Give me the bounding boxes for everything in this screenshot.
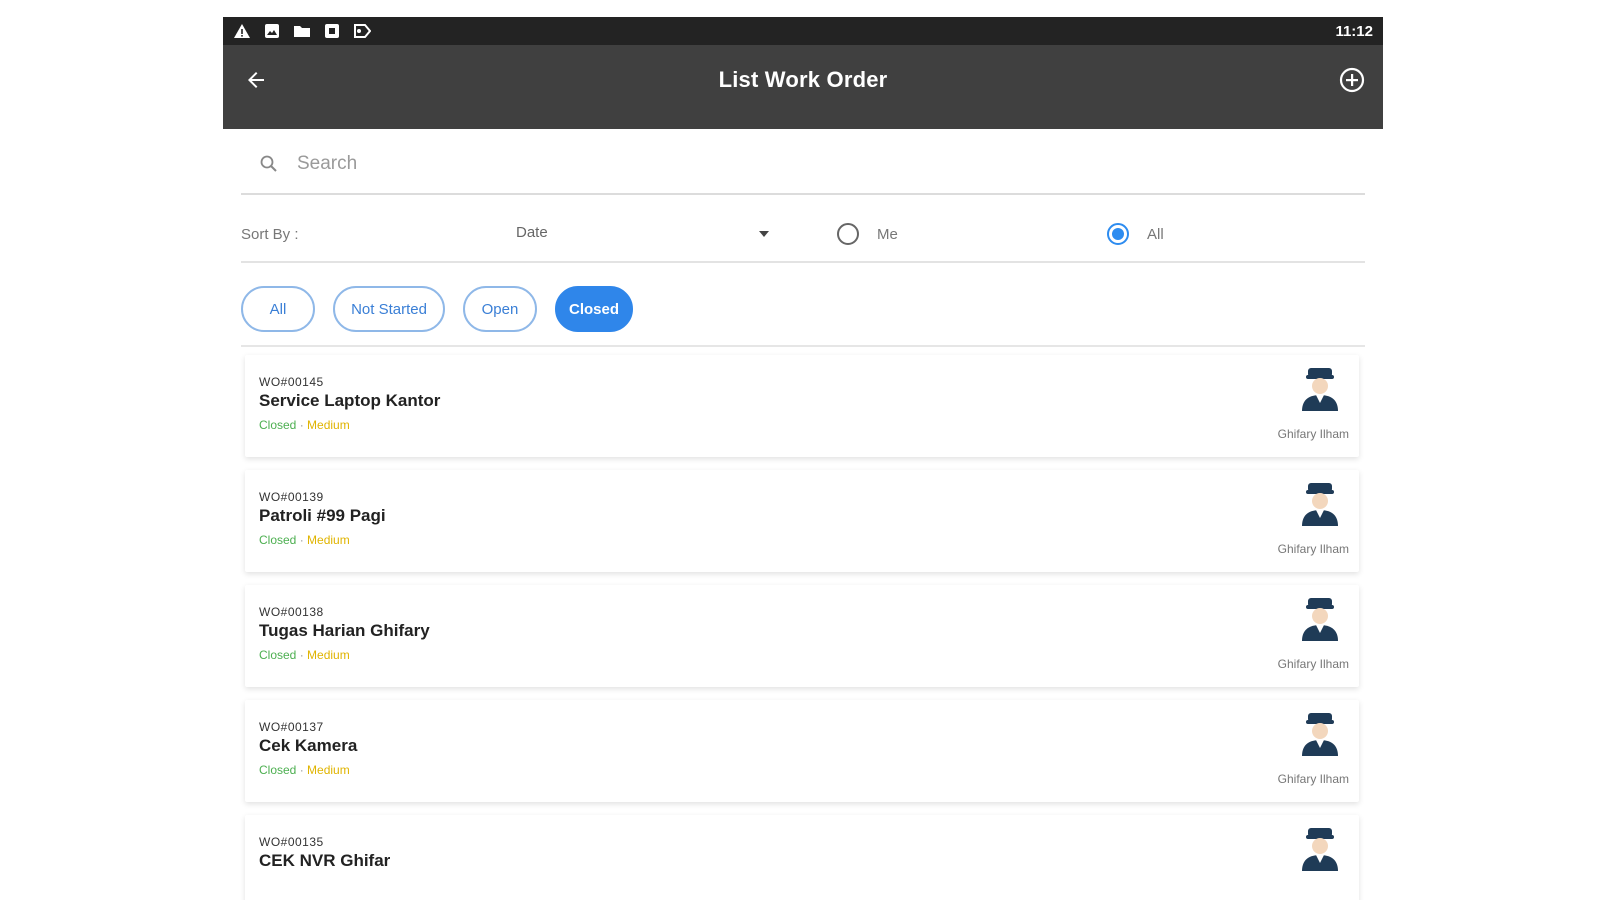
search-bar (241, 135, 1365, 195)
filter-chip-closed[interactable]: Closed (555, 286, 633, 332)
work-order-card[interactable]: WO#00138 Tugas Harian Ghifary Closed · M… (245, 585, 1359, 687)
plus-circle-icon (1339, 67, 1365, 93)
meta-separator: · (296, 533, 308, 547)
radio-me-circle[interactable] (837, 223, 859, 245)
status-filter-chips: All Not Started Open Closed (241, 273, 1365, 347)
work-order-meta: Closed · Medium (259, 418, 350, 432)
work-order-assignee: Ghifary Ilham (1277, 772, 1349, 786)
work-order-priority: Medium (307, 763, 350, 777)
work-order-status: Closed (259, 648, 297, 662)
meta-separator: · (296, 418, 308, 432)
technician-avatar-icon (1302, 368, 1338, 411)
work-order-title: Tugas Harian Ghifary (259, 621, 430, 640)
work-order-meta: Closed · Medium (259, 763, 350, 777)
search-input[interactable] (297, 153, 1197, 175)
add-work-order-button[interactable] (1337, 65, 1367, 95)
meta-separator: · (296, 648, 308, 662)
work-order-assignee: Ghifary Ilham (1277, 657, 1349, 671)
work-order-id: WO#00135 (259, 835, 324, 849)
status-clock: 11:12 (1335, 22, 1373, 40)
app-bar: List Work Order (223, 45, 1383, 129)
work-order-title: Service Laptop Kantor (259, 391, 441, 410)
work-order-card[interactable]: WO#00139 Patroli #99 Pagi Closed · Mediu… (245, 470, 1359, 572)
filter-chip-open[interactable]: Open (463, 286, 537, 332)
device-screen: 11:12 List Work Order Sort By : Date Me … (223, 17, 1383, 900)
meta-separator: · (296, 763, 308, 777)
search-icon (259, 153, 281, 175)
radio-all[interactable]: All (1107, 223, 1164, 245)
work-order-assignee: Ghifary Ilham (1277, 427, 1349, 441)
work-order-priority: Medium (307, 533, 350, 547)
work-order-list: WO#00145 Service Laptop Kantor Closed · … (245, 355, 1359, 900)
sort-by-label: Sort By : (241, 225, 299, 243)
work-order-card[interactable]: WO#00137 Cek Kamera Closed · Medium Ghif… (245, 700, 1359, 802)
work-order-meta: Closed · Medium (259, 648, 350, 662)
work-order-assignee: Ghifary Ilham (1277, 542, 1349, 556)
app-icon (323, 23, 341, 39)
arrow-left-icon (248, 72, 264, 88)
work-order-title: CEK NVR Ghifar (259, 851, 391, 870)
technician-avatar-icon (1302, 483, 1338, 526)
work-order-status: Closed (259, 418, 297, 432)
sort-selected-value: Date (516, 223, 548, 241)
image-icon (263, 23, 281, 39)
status-bar: 11:12 (223, 17, 1383, 45)
filter-chip-not-started[interactable]: Not Started (333, 286, 445, 332)
work-order-meta: Closed · Medium (259, 533, 350, 547)
back-button[interactable] (241, 65, 271, 95)
work-order-card[interactable]: WO#00135 CEK NVR Ghifar (245, 815, 1359, 900)
work-order-title: Patroli #99 Pagi (259, 506, 386, 525)
technician-avatar-icon (1302, 598, 1338, 641)
work-order-priority: Medium (307, 418, 350, 432)
cast-icon (353, 23, 371, 39)
chevron-down-icon (759, 231, 769, 237)
warning-icon (233, 23, 251, 39)
work-order-title: Cek Kamera (259, 736, 358, 755)
technician-avatar-icon (1302, 713, 1338, 756)
sort-row: Sort By : Date Me All (241, 207, 1365, 263)
work-order-id: WO#00138 (259, 605, 324, 619)
work-order-id: WO#00139 (259, 490, 324, 504)
status-icons (233, 23, 371, 39)
filter-chip-all[interactable]: All (241, 286, 315, 332)
radio-all-circle[interactable] (1107, 223, 1129, 245)
work-order-id: WO#00137 (259, 720, 324, 734)
radio-all-label: All (1147, 225, 1164, 243)
radio-me-label: Me (877, 225, 898, 243)
work-order-status: Closed (259, 533, 297, 547)
sort-dropdown[interactable]: Date (516, 224, 771, 241)
folder-icon (293, 23, 311, 39)
work-order-id: WO#00145 (259, 375, 324, 389)
page-title: List Work Order (718, 67, 888, 92)
technician-avatar-icon (1302, 828, 1338, 871)
work-order-card[interactable]: WO#00145 Service Laptop Kantor Closed · … (245, 355, 1359, 457)
work-order-status: Closed (259, 763, 297, 777)
work-order-priority: Medium (307, 648, 350, 662)
radio-me[interactable]: Me (837, 223, 1107, 245)
